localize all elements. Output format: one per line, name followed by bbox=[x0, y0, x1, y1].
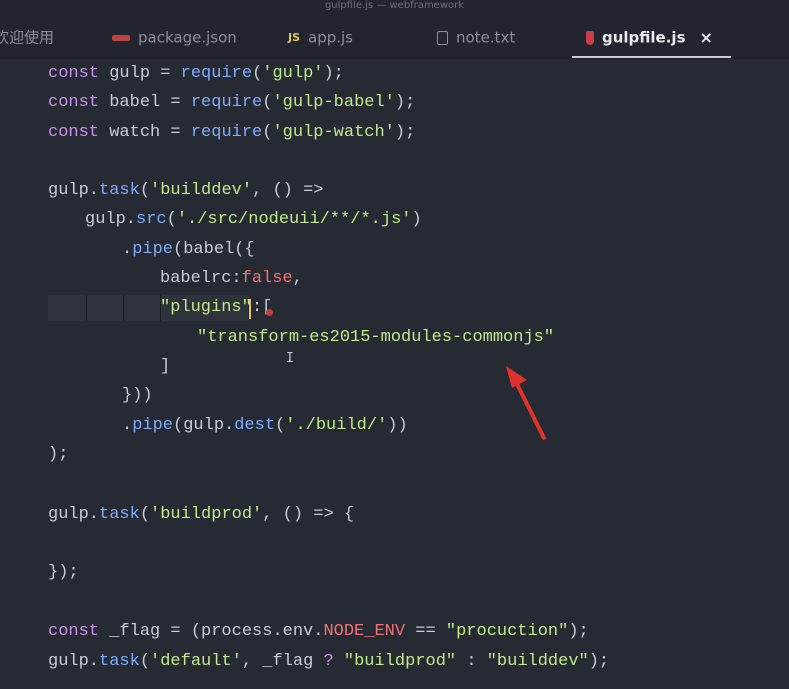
tab-welcome[interactable]: 欢迎使用 bbox=[0, 14, 54, 58]
tab-label: gulpfile.js bbox=[602, 28, 686, 47]
text-file-icon bbox=[437, 30, 448, 45]
js-file-icon: JS bbox=[288, 30, 301, 44]
tab-label: package.json bbox=[138, 28, 237, 47]
tab-package-json[interactable]: package.json bbox=[112, 14, 237, 58]
tab-label: 欢迎使用 bbox=[0, 28, 55, 47]
tab-gulpfile-js[interactable]: gulpfile.js × bbox=[572, 14, 731, 58]
code-editor[interactable]: const gulp = require('gulp'); const babe… bbox=[0, 58, 789, 689]
close-tab-icon[interactable]: × bbox=[700, 28, 713, 47]
tab-note-txt[interactable]: note.txt bbox=[437, 14, 515, 58]
annotation-arrow-icon bbox=[506, 366, 546, 440]
window-title: gulpfile.js — webframework bbox=[0, 0, 789, 14]
package-icon bbox=[112, 34, 130, 41]
tab-label: app.js bbox=[308, 28, 354, 47]
tab-app-js[interactable]: JS app.js bbox=[288, 14, 353, 58]
tab-bar: 欢迎使用 package.json JS app.js note.txt gulp… bbox=[0, 14, 789, 59]
gulp-icon bbox=[586, 30, 594, 45]
tab-label: note.txt bbox=[456, 28, 516, 47]
